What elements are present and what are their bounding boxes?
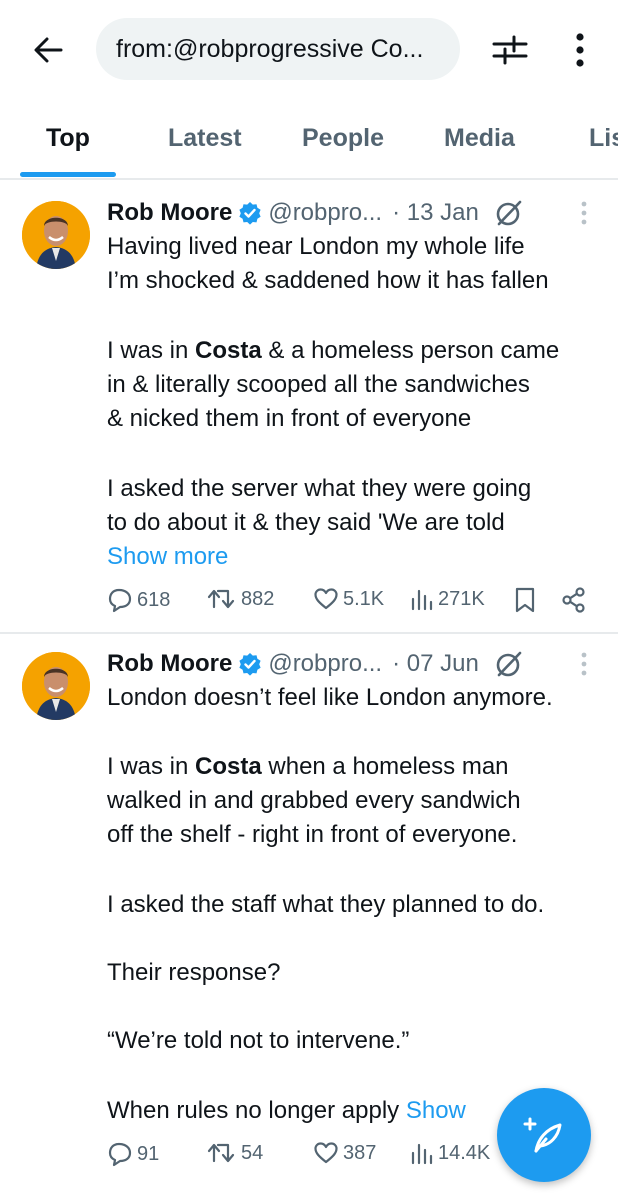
tweet-text-line: I was in Costa & a homeless person came — [107, 337, 560, 364]
tab-lists[interactable]: Lis — [589, 124, 618, 153]
top-bar: from:@robprogressive Co... — [0, 0, 618, 100]
active-tab-indicator — [20, 172, 116, 177]
search-tabs: Top Latest People Media Lis — [0, 110, 618, 178]
repost-count: 54 — [241, 1141, 264, 1164]
bookmark-button[interactable] — [514, 587, 540, 613]
reply-icon — [108, 1142, 132, 1167]
like-button[interactable]: 387 — [313, 1141, 376, 1165]
author-name[interactable]: Rob Moore — [107, 199, 232, 227]
search-input[interactable]: from:@robprogressive Co... — [96, 18, 460, 80]
like-count: 387 — [343, 1141, 377, 1164]
keyword-costa: Costa — [195, 337, 262, 364]
views-button[interactable]: 14.4K — [410, 1141, 490, 1165]
repost-icon — [207, 589, 235, 609]
reply-button[interactable]: 618 — [107, 587, 170, 613]
back-button[interactable] — [28, 30, 68, 70]
tweet-date[interactable]: · 13 Jan — [392, 199, 479, 227]
avatar[interactable] — [22, 201, 90, 269]
tweet-text-line: I was in Costa when a homeless man — [107, 753, 509, 780]
compose-button[interactable] — [497, 1088, 591, 1182]
views-button[interactable]: 271K — [410, 587, 485, 611]
verified-badge-icon — [238, 201, 262, 225]
tweet-text-line: walked in and grabbed every sandwich — [107, 787, 521, 814]
tweet-text-line: I’m shocked & saddened how it has fallen — [107, 267, 549, 294]
more-options-button[interactable] — [562, 28, 598, 72]
repost-button[interactable]: 882 — [207, 587, 274, 611]
compose-icon — [523, 1117, 562, 1153]
tab-people[interactable]: People — [302, 124, 384, 153]
author-handle[interactable]: @robpro... — [268, 650, 382, 678]
share-button[interactable] — [561, 587, 591, 613]
views-icon — [411, 1143, 433, 1165]
repost-icon — [207, 1143, 235, 1163]
grok-icon[interactable] — [495, 199, 523, 227]
views-count: 14.4K — [438, 1141, 491, 1164]
show-more-link[interactable]: Show more — [107, 540, 228, 574]
tweet-more-button[interactable] — [574, 649, 594, 679]
tweet-text-line: When rules no longer apply Show — [107, 1097, 466, 1124]
reply-count: 91 — [137, 1142, 160, 1165]
tweet-header: Rob Moore @robpro... · 07 Jun — [107, 647, 523, 681]
grok-icon[interactable] — [495, 650, 523, 678]
tweet-text-line: Having lived near London my whole life — [107, 233, 525, 260]
search-query: from:@robprogressive Co... — [116, 34, 424, 63]
like-icon — [314, 1142, 338, 1164]
views-count: 271K — [438, 587, 485, 610]
avatar[interactable] — [22, 652, 90, 720]
reply-icon — [108, 588, 132, 613]
tweet-text-line: in & literally scooped all the sandwiche… — [107, 371, 530, 398]
tweet-text-line: & nicked them in front of everyone — [107, 405, 472, 432]
tweet-text-line: London doesn’t feel like London anymore. — [107, 684, 553, 711]
tweet-text-line: to do about it & they said 'We are told — [107, 509, 505, 536]
share-icon — [562, 587, 585, 613]
more-vertical-icon — [581, 201, 587, 225]
tweet-header: Rob Moore @robpro... · 13 Jan — [107, 196, 523, 230]
more-vertical-icon — [576, 33, 584, 67]
repost-button[interactable]: 54 — [207, 1141, 263, 1165]
filter-sliders-icon — [492, 35, 528, 65]
author-handle[interactable]: @robpro... — [268, 199, 382, 227]
bookmark-icon — [515, 587, 535, 613]
more-vertical-icon — [581, 652, 587, 676]
like-button[interactable]: 5.1K — [313, 587, 384, 611]
tweet-text-line: Their response? — [107, 959, 281, 986]
tweet-text-line: I asked the server what they were going — [107, 475, 532, 502]
repost-count: 882 — [241, 587, 275, 610]
tab-top[interactable]: Top — [46, 124, 90, 153]
tab-latest[interactable]: Latest — [168, 124, 242, 153]
author-name[interactable]: Rob Moore — [107, 650, 232, 678]
keyword-costa: Costa — [195, 753, 262, 780]
views-icon — [411, 589, 433, 611]
tweet-text-line: off the shelf - right in front of everyo… — [107, 821, 518, 848]
tweet-text-line: “We’re told not to intervene.” — [107, 1027, 410, 1054]
tab-media[interactable]: Media — [444, 124, 515, 153]
tweet-date[interactable]: · 07 Jun — [392, 650, 479, 678]
tweet-actions: 618 882 5.1K 271K — [0, 587, 618, 621]
reply-button[interactable]: 91 — [107, 1141, 159, 1167]
reply-count: 618 — [137, 588, 171, 611]
tweet-divider — [0, 632, 618, 634]
tweet-more-button[interactable] — [574, 198, 594, 228]
verified-badge-icon — [238, 652, 262, 676]
like-icon — [314, 588, 338, 610]
search-filter-button[interactable] — [488, 28, 532, 72]
show-more-link[interactable]: Show — [406, 1097, 466, 1124]
back-arrow-icon — [34, 37, 63, 63]
tweet-text-line: I asked the staff what they planned to d… — [107, 891, 545, 918]
tabs-divider — [0, 178, 618, 180]
like-count: 5.1K — [343, 587, 385, 610]
